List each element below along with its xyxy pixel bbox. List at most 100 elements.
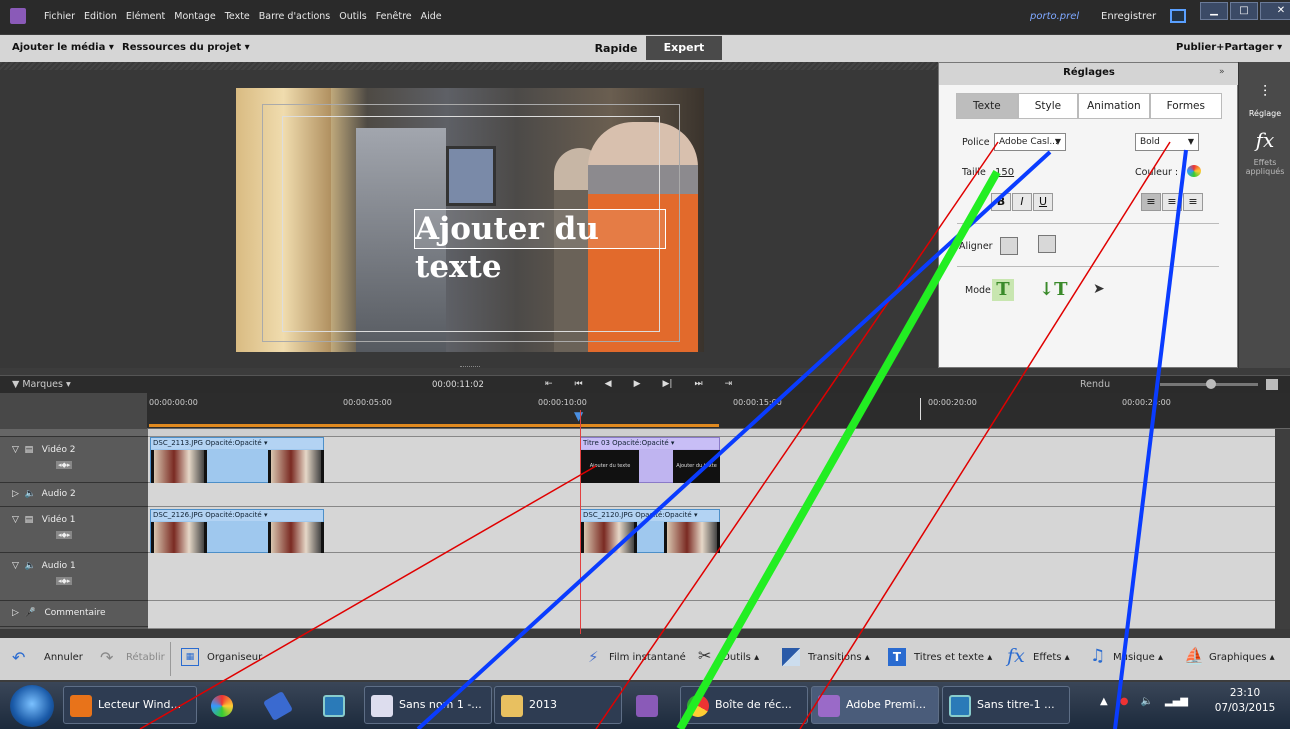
menu-montage[interactable]: Montage	[174, 11, 215, 22]
horizontal-scrollbar[interactable]	[0, 629, 1290, 638]
work-area-bar[interactable]	[149, 424, 719, 427]
step-back-icon[interactable]: ◀	[605, 379, 612, 389]
narration-track[interactable]	[148, 601, 1275, 629]
effects-icon[interactable]: fx	[1007, 645, 1025, 667]
save-button[interactable]: Enregistrer	[1101, 11, 1156, 22]
markers-menu[interactable]: ▼ Marques ▾	[12, 379, 71, 390]
audio2-track[interactable]	[148, 483, 1275, 507]
transitions-button[interactable]: Transitions ▴	[808, 652, 870, 663]
adjust-icon[interactable]: ⫶	[1239, 82, 1290, 102]
tab-texte[interactable]: Texte	[956, 93, 1018, 119]
expert-mode-button[interactable]: Expert	[646, 36, 722, 60]
clip-dsc2120[interactable]: DSC_2120.JPG Opacité:Opacité ▾	[580, 509, 720, 555]
tab-formes[interactable]: Formes	[1149, 93, 1222, 119]
vertical-scrollbar[interactable]	[1275, 429, 1290, 632]
transitions-icon[interactable]	[782, 648, 800, 666]
taskbar-sans-titre[interactable]: Sans titre-1 ...	[942, 686, 1070, 724]
menu-aide[interactable]: Aide	[421, 11, 442, 22]
title-text-overlay[interactable]: Ajouter du texte	[414, 209, 666, 285]
bold-button[interactable]: B	[991, 193, 1011, 211]
timecode-display[interactable]: 00:00:11:02	[432, 380, 484, 390]
keyframe-nav[interactable]: ◂◆▸	[56, 461, 73, 469]
tools-button[interactable]: Outils ▴	[722, 652, 759, 663]
clock[interactable]: 23:10 07/03/2015	[1205, 686, 1285, 716]
menu-fenetre[interactable]: Fenêtre	[376, 11, 412, 22]
size-value[interactable]: 150	[995, 167, 1014, 178]
organizer-icon[interactable]: ▦	[181, 648, 199, 666]
taskbar-premiere-organizer[interactable]	[625, 686, 669, 724]
effects-applied-label[interactable]: Effets appliqués	[1245, 158, 1285, 176]
collapse-icon[interactable]: »	[1219, 67, 1225, 77]
taskbar-dictionary[interactable]	[256, 686, 300, 724]
horizontal-text-tool-icon[interactable]: T	[992, 279, 1014, 301]
align-vertical-icon[interactable]	[1038, 235, 1056, 253]
titles-icon[interactable]: T	[888, 648, 906, 666]
taskbar-chrome[interactable]: Boîte de réc...	[680, 686, 808, 724]
graphics-button[interactable]: Graphiques ▴	[1209, 652, 1275, 663]
audio1-track[interactable]	[148, 553, 1275, 601]
music-icon[interactable]: ♫	[1090, 646, 1105, 666]
clip-dsc2113[interactable]: DSC_2113.JPG Opacité:Opacité ▾	[150, 437, 324, 483]
quick-mode-button[interactable]: Rapide	[588, 40, 644, 58]
antivirus-icon[interactable]: ●	[1120, 696, 1129, 707]
font-style-dropdown[interactable]: Bold	[1135, 133, 1199, 151]
clip-dsc2126[interactable]: DSC_2126.JPG Opacité:Opacité ▾	[150, 509, 324, 555]
menu-outils[interactable]: Outils	[339, 11, 366, 22]
underline-button[interactable]: U	[1033, 193, 1053, 211]
to-start-icon[interactable]: ⇤	[545, 379, 553, 389]
track-header-video1[interactable]: ▽ ▤ Vidéo 1 ◂◆▸	[0, 507, 148, 553]
keyframe-nav[interactable]: ◂◆▸	[56, 531, 73, 539]
step-forward-icon[interactable]: ▶|	[663, 379, 673, 389]
volume-icon[interactable]: 🔈	[1140, 696, 1152, 707]
tab-style[interactable]: Style	[1017, 93, 1079, 119]
music-button[interactable]: Musique ▴	[1113, 652, 1163, 663]
align-left-icon[interactable]: ≡	[1141, 193, 1161, 211]
track-header-video2[interactable]: ▽ ▤ Vidéo 2 ◂◆▸	[0, 437, 148, 483]
instant-movie-button[interactable]: Film instantané	[609, 652, 686, 663]
track-header-audio1[interactable]: ▽ 🔈 Audio 1 ◂◆▸	[0, 553, 148, 601]
monitor-resize-grip[interactable]	[460, 366, 480, 369]
maximize-icon[interactable]: □	[1230, 2, 1258, 20]
organizer-button[interactable]: Organiseur	[207, 652, 262, 663]
reglage-label[interactable]: Réglage	[1239, 109, 1290, 118]
start-button[interactable]	[10, 685, 54, 727]
menu-texte[interactable]: Texte	[225, 11, 250, 22]
graphics-icon[interactable]: ⛵	[1184, 646, 1204, 665]
taskbar-document[interactable]: Sans nom 1 -...	[364, 686, 492, 724]
taskbar-premiere[interactable]: Adobe Premi...	[811, 686, 939, 724]
font-dropdown[interactable]: Adobe Casl...	[994, 133, 1066, 151]
redo-icon[interactable]: ↷	[100, 648, 113, 667]
color-picker-icon[interactable]	[1187, 165, 1201, 177]
to-end-icon[interactable]: ⇥	[725, 379, 733, 389]
instant-movie-icon[interactable]: ⚡	[588, 648, 599, 666]
zoom-slider-handle[interactable]	[1206, 379, 1216, 389]
network-icon[interactable]: ▂▄▆	[1165, 696, 1188, 707]
vertical-text-tool-icon[interactable]: ↓T	[1039, 279, 1067, 301]
tray-expand-icon[interactable]: ▲	[1100, 696, 1108, 707]
taskbar-media-player[interactable]: Lecteur Wind...	[63, 686, 197, 724]
italic-button[interactable]: I	[1012, 193, 1032, 211]
menu-edition[interactable]: Edition	[84, 11, 117, 22]
video1-track[interactable]: DSC_2126.JPG Opacité:Opacité ▾ DSC_2120.…	[148, 507, 1275, 555]
close-icon[interactable]: ✕	[1260, 2, 1290, 20]
minimize-icon[interactable]: ▁	[1200, 2, 1228, 20]
tools-icon[interactable]: ✂	[698, 646, 711, 665]
clip-titre03[interactable]: Titre 03 Opacité:Opacité ▾ Ajouter du te…	[580, 437, 720, 483]
menu-element[interactable]: Elément	[126, 11, 165, 22]
align-center-icon[interactable]: ≡	[1162, 193, 1182, 211]
undo-icon[interactable]: ↶	[12, 648, 25, 667]
track-header-narration[interactable]: ▷ 🎤 Commentaire	[0, 601, 148, 627]
titles-button[interactable]: Titres et texte ▴	[914, 652, 992, 663]
timeline-options-icon[interactable]	[1266, 379, 1278, 390]
add-media-menu[interactable]: Ajouter le média ▾	[12, 42, 114, 53]
playhead-line[interactable]	[580, 410, 581, 634]
prev-edit-icon[interactable]: ⏮	[575, 379, 583, 389]
taskbar-picasa[interactable]	[200, 686, 244, 724]
align-right-icon[interactable]: ≡	[1183, 193, 1203, 211]
monitor-toggle-icon[interactable]	[1170, 9, 1186, 23]
selection-tool-icon[interactable]: ➤	[1093, 281, 1105, 297]
playhead-handle-icon[interactable]: ▼	[574, 409, 583, 423]
keyframe-nav[interactable]: ◂◆▸	[56, 577, 73, 585]
taskbar-photoshop-elements[interactable]	[312, 686, 356, 724]
play-icon[interactable]: ▶	[634, 379, 641, 389]
